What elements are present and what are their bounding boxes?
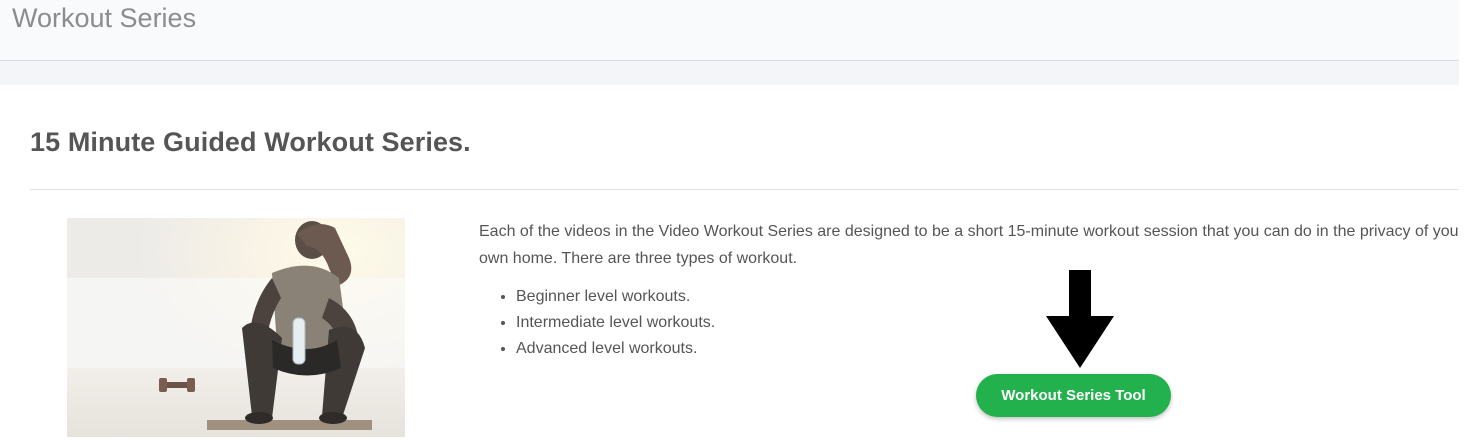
workout-series-tool-button[interactable]: Workout Series Tool: [976, 374, 1171, 417]
page-edge: [1459, 0, 1465, 441]
section-title: 15 Minute Guided Workout Series.: [30, 127, 471, 157]
page-header: Workout Series: [0, 0, 1459, 61]
list-item: Beginner level workouts.: [516, 284, 715, 310]
page-title: Workout Series: [12, 3, 197, 33]
list-item: Advanced level workouts.: [516, 336, 715, 362]
section-divider: [30, 189, 1459, 190]
header-band: [0, 61, 1459, 85]
section-description: Each of the videos in the Video Workout …: [479, 223, 1464, 267]
workout-levels-list: Beginner level workouts. Intermediate le…: [497, 284, 715, 362]
arrow-down-icon: [1045, 270, 1115, 368]
workout-photo: [67, 218, 405, 437]
list-item: Intermediate level workouts.: [516, 310, 715, 336]
